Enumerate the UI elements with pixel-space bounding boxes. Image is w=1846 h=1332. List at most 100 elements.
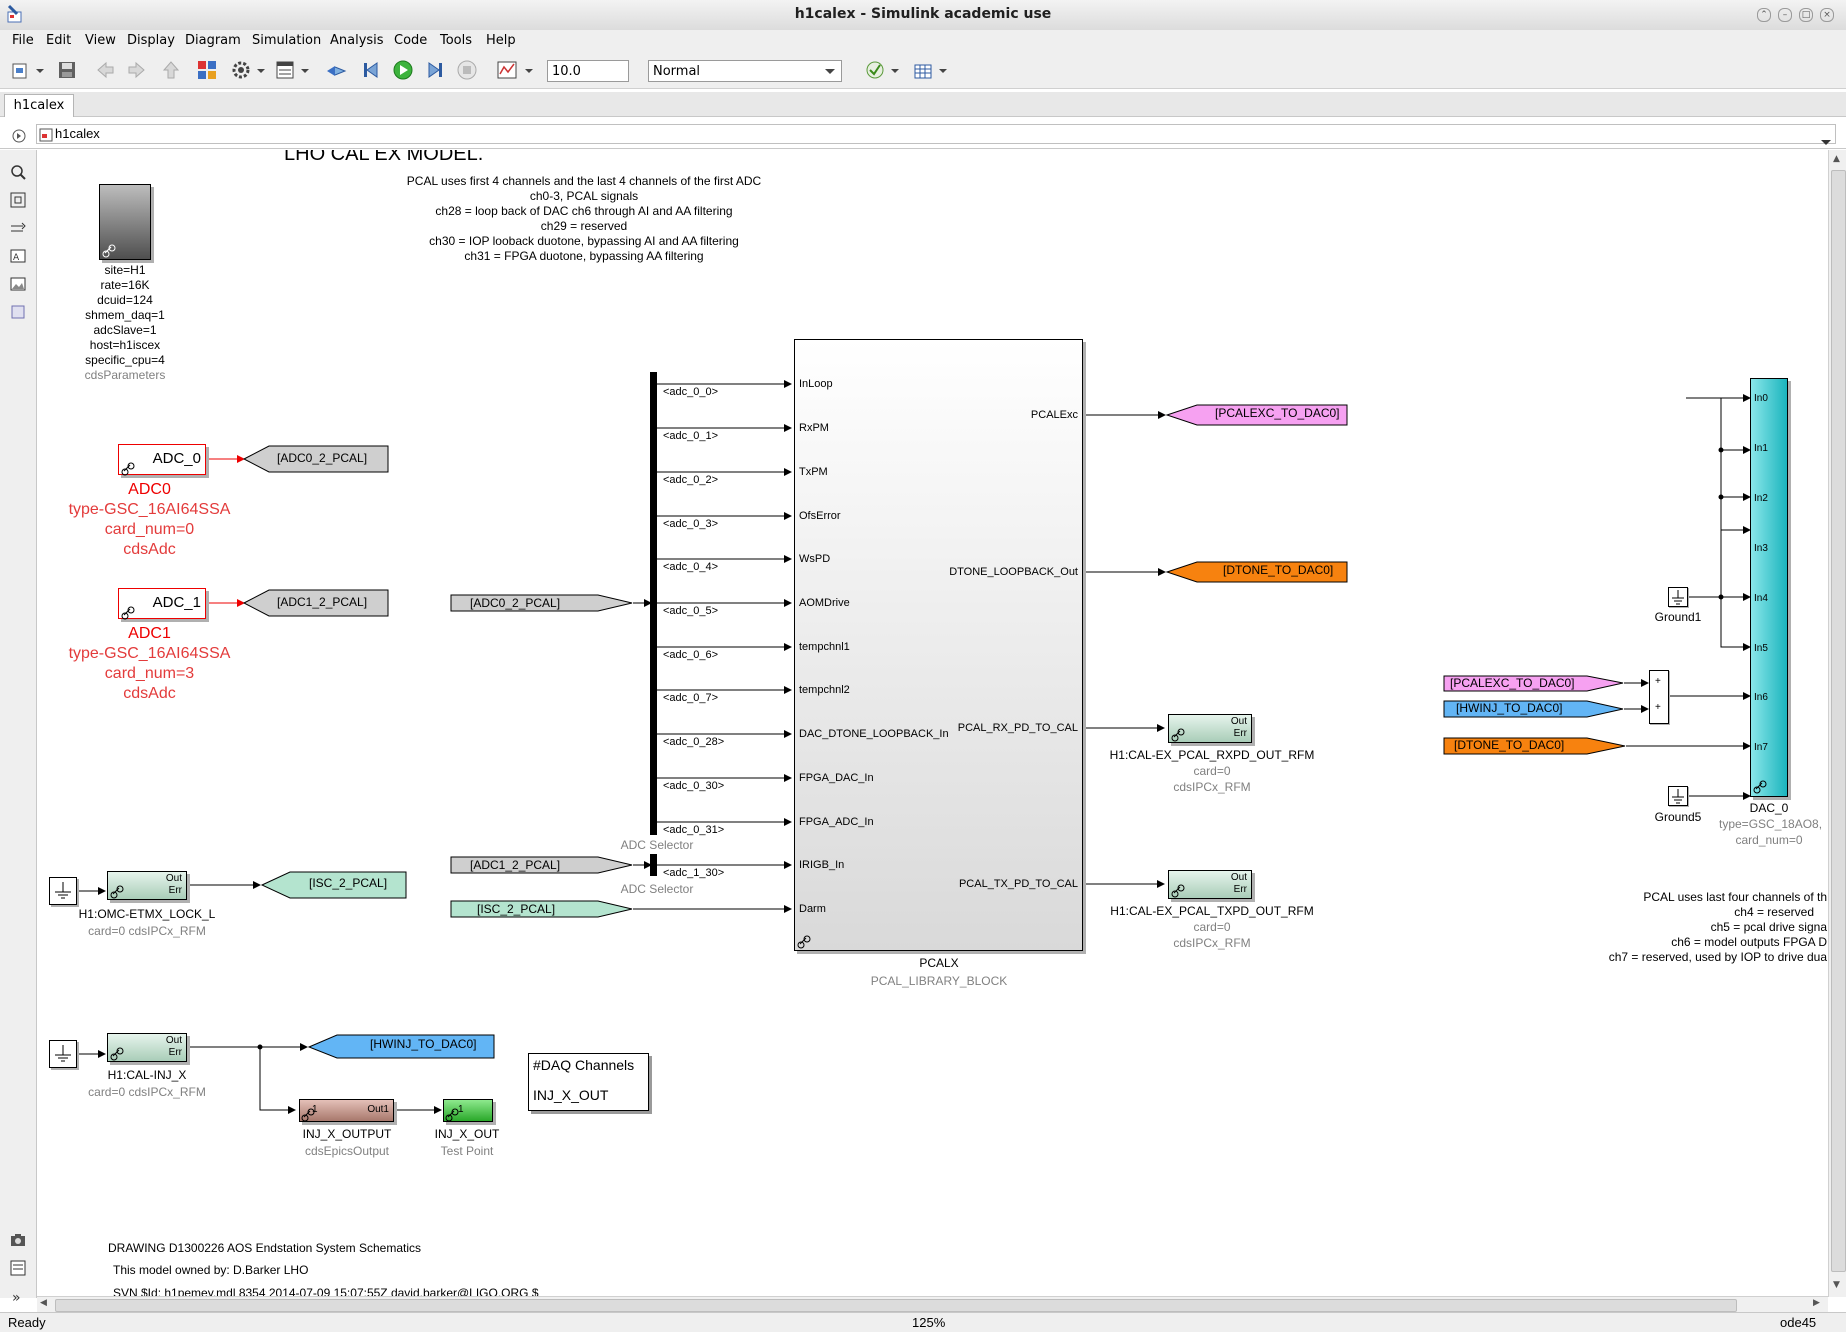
scroll-right-icon[interactable]: ▶ <box>1813 1298 1820 1308</box>
diagram-canvas[interactable]: LHO CAL EX MODEL. PCAL uses first 4 chan… <box>37 150 1827 1297</box>
goto-dtone[interactable]: [DTONE_TO_DAC0] <box>1223 563 1333 577</box>
menu-display[interactable]: Display <box>127 33 175 48</box>
model-explorer-icon[interactable] <box>274 59 296 81</box>
new-model-icon[interactable] <box>10 59 32 81</box>
minimize-icon[interactable]: – <box>1778 8 1792 22</box>
fit-to-view-icon[interactable] <box>10 192 26 212</box>
library-browser-icon[interactable] <box>196 59 218 81</box>
goto-adc0[interactable]: [ADC0_2_PCAL] <box>277 451 367 465</box>
expand-palette-icon[interactable]: » <box>12 1290 21 1306</box>
rxpd-rfm-block[interactable]: Out Err <box>1168 714 1252 743</box>
scroll-up-icon[interactable]: ▲ <box>1833 154 1840 164</box>
breadcrumb[interactable]: h1calex <box>36 124 1836 145</box>
chevron-down-icon[interactable] <box>524 59 534 81</box>
inj-port-err: Err <box>168 1047 182 1058</box>
from-isc[interactable]: [ISC_2_PCAL] <box>477 902 555 916</box>
back-icon[interactable] <box>94 59 116 81</box>
txpd-rfm-block[interactable]: Out Err <box>1168 870 1252 899</box>
scroll-down-icon[interactable]: ▼ <box>1833 1280 1840 1290</box>
scroll-left-icon[interactable]: ◀ <box>40 1298 47 1308</box>
menu-tools[interactable]: Tools <box>440 33 472 48</box>
breadcrumb-model[interactable]: h1calex <box>55 126 100 141</box>
stop-time-input[interactable]: 10.0 <box>547 60 629 82</box>
area-icon[interactable] <box>10 304 26 324</box>
from-dtone[interactable]: [DTONE_TO_DAC0] <box>1454 738 1564 752</box>
chevron-down-icon[interactable] <box>1821 131 1831 150</box>
step-forward-icon[interactable] <box>424 59 446 81</box>
tab-h1calex[interactable]: h1calex <box>4 94 74 117</box>
chevron-down-icon[interactable] <box>300 59 310 81</box>
menu-help[interactable]: Help <box>486 33 516 48</box>
dac-input-port: In1 <box>1754 443 1768 454</box>
ground5-block[interactable] <box>1668 786 1688 806</box>
model-advisor-check-icon[interactable] <box>864 59 886 81</box>
stop-icon[interactable] <box>456 59 478 81</box>
from-pcalexc[interactable]: [PCALEXC_TO_DAC0] <box>1450 676 1575 690</box>
menu-diagram[interactable]: Diagram <box>185 33 241 48</box>
forward-icon[interactable] <box>126 59 148 81</box>
chevron-down-icon[interactable] <box>890 59 900 81</box>
menu-file[interactable]: File <box>12 33 34 48</box>
screenshot-icon[interactable] <box>10 1232 26 1252</box>
dac0-name: DAC_0 <box>1749 801 1789 815</box>
step-back-icon[interactable] <box>360 59 382 81</box>
ground-block-omc[interactable] <box>49 877 77 905</box>
goto-isc[interactable]: [ISC_2_PCAL] <box>309 876 387 890</box>
data-grid-icon[interactable] <box>912 59 934 81</box>
vertical-scrollbar[interactable]: ▲ ▼ <box>1828 150 1846 1297</box>
adc0-block[interactable]: ADC_0 <box>118 444 206 476</box>
arrow-icon[interactable] <box>10 220 26 240</box>
menu-simulation[interactable]: Simulation <box>252 33 321 48</box>
maximize-icon[interactable]: □ <box>1799 8 1813 22</box>
goto-adc1[interactable]: [ADC1_2_PCAL] <box>277 595 367 609</box>
menu-analysis[interactable]: Analysis <box>330 33 384 48</box>
from-adc0[interactable]: [ADC0_2_PCAL] <box>470 596 560 610</box>
chevron-down-icon[interactable] <box>938 59 948 81</box>
chevron-down-icon[interactable] <box>256 59 266 81</box>
adc-selector-bar[interactable] <box>650 372 657 835</box>
menu-view[interactable]: View <box>85 33 116 48</box>
vertical-scroll-thumb[interactable] <box>1831 170 1846 1272</box>
horizontal-scroll-thumb[interactable] <box>55 1299 1737 1312</box>
dac0-block[interactable]: In0 In1 In2 In3 In4 In5 In6 In7 <box>1750 378 1788 797</box>
hide-browser-icon[interactable] <box>12 128 26 143</box>
window-titlebar: h1calex - Simulink academic use ⌃ – □ × <box>0 0 1846 31</box>
build-icon[interactable] <box>325 59 347 81</box>
settings-gear-icon[interactable] <box>230 59 252 81</box>
simulation-mode-select[interactable]: Normal <box>648 60 842 82</box>
window-up-icon[interactable]: ⌃ <box>1757 8 1771 22</box>
save-icon[interactable] <box>56 59 78 81</box>
close-icon[interactable]: × <box>1820 8 1834 22</box>
toolbar: 10.0 Normal <box>0 52 1846 89</box>
pcalx-block[interactable]: InLoop RxPM TxPM OfsError WsPD AOMDrive … <box>794 339 1083 951</box>
ground-block-inj[interactable] <box>49 1040 77 1068</box>
image-icon[interactable] <box>10 276 26 296</box>
sum-block[interactable]: + + <box>1649 670 1669 724</box>
daq-channels-block[interactable]: #DAQ Channels INJ_X_OUT <box>528 1053 649 1111</box>
epics-output-block[interactable]: 1 Out1 <box>299 1099 394 1122</box>
omc-rfm-block[interactable]: Out Err <box>107 871 187 900</box>
property-inspector-icon[interactable] <box>10 1260 26 1280</box>
ground1-block[interactable] <box>1668 587 1688 607</box>
chevron-down-icon[interactable] <box>35 59 45 81</box>
inj-labels: H1:CAL-INJ_X card=0 cdsIPCx_RFM <box>57 1067 237 1101</box>
pcalx-input-port: FPGA_DAC_In <box>799 772 874 784</box>
goto-pcalexc[interactable]: [PCALEXC_TO_DAC0] <box>1215 406 1340 420</box>
inj-rfm-block[interactable]: Out Err <box>107 1033 187 1062</box>
horizontal-scrollbar[interactable]: ◀ ▶ <box>37 1296 1828 1313</box>
test-point-block[interactable]: 1 <box>443 1099 493 1122</box>
menu-edit[interactable]: Edit <box>46 33 71 48</box>
adc1-block[interactable]: ADC_1 <box>118 588 206 620</box>
goto-hwinj[interactable]: [HWINJ_TO_DAC0] <box>370 1037 476 1051</box>
up-icon[interactable] <box>160 59 182 81</box>
dac0-card: card_num=0 <box>1735 833 1803 847</box>
cds-parameters-block[interactable] <box>99 184 151 260</box>
run-icon[interactable] <box>392 59 414 81</box>
annotation-icon[interactable]: A <box>10 248 26 268</box>
from-adc1[interactable]: [ADC1_2_PCAL] <box>470 858 560 872</box>
zoom-icon[interactable] <box>10 164 26 184</box>
adc-selector-bar-2[interactable] <box>650 854 657 876</box>
scope-icon[interactable] <box>496 59 518 81</box>
menu-code[interactable]: Code <box>394 33 427 48</box>
from-hwinj[interactable]: [HWINJ_TO_DAC0] <box>1456 701 1562 715</box>
